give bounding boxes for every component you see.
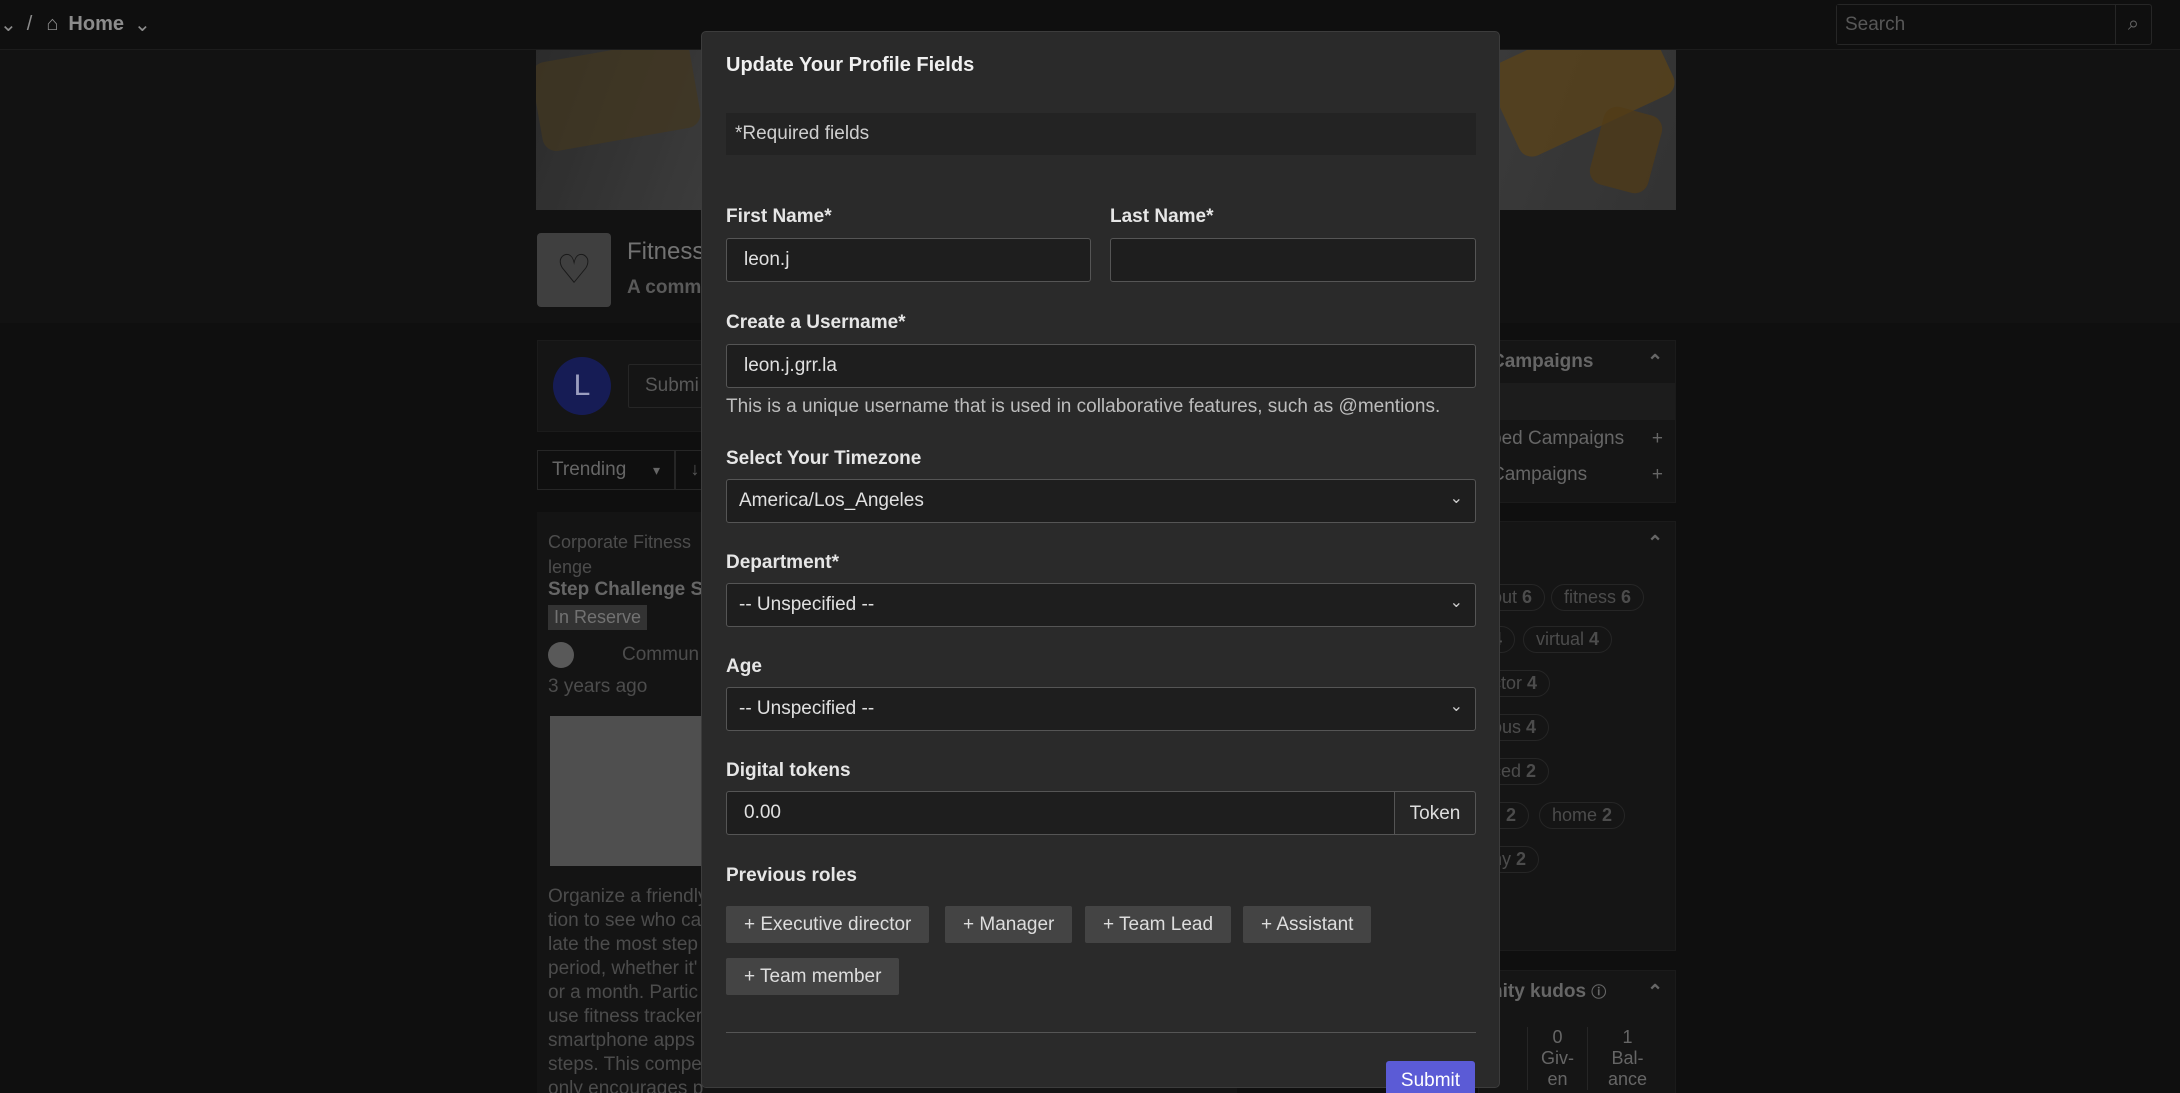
role-chip-team-lead[interactable]: + Team Lead	[1085, 906, 1232, 943]
timezone-value: America/Los_Angeles	[739, 490, 924, 511]
submit-button[interactable]: Submit	[1386, 1061, 1475, 1093]
department-value: -- Unspecified --	[739, 594, 875, 615]
age-select[interactable]: -- Unspecified -- ⌄	[726, 687, 1476, 731]
last-name-field[interactable]	[1110, 238, 1476, 282]
modal-title: Update Your Profile Fields	[726, 54, 975, 76]
required-fields-note: *Required fields	[726, 113, 1476, 155]
age-label: Age	[726, 656, 762, 677]
tokens-label: Digital tokens	[726, 760, 851, 781]
profile-fields-modal: Update Your Profile Fields *Required fie…	[701, 31, 1500, 1093]
age-value: -- Unspecified --	[739, 698, 875, 719]
tokens-addon: Token	[1395, 791, 1476, 835]
department-label: Department*	[726, 552, 839, 573]
chevron-down-icon: ⌄	[1449, 490, 1463, 507]
username-label: Create a Username*	[726, 312, 906, 333]
first-name-label: First Name*	[726, 206, 832, 227]
role-chip-team-member[interactable]: + Team member	[726, 958, 900, 995]
modal-divider	[726, 1032, 1476, 1033]
tokens-input-group: 0.00 Token	[726, 791, 1476, 835]
chevron-down-icon: ⌄	[1449, 698, 1463, 715]
role-chip-manager[interactable]: + Manager	[945, 906, 1073, 943]
timezone-select[interactable]: America/Los_Angeles ⌄	[726, 479, 1476, 523]
role-chip-executive-director[interactable]: + Executive director	[726, 906, 930, 943]
first-name-field[interactable]: leon.j	[726, 238, 1091, 282]
username-field[interactable]: leon.j.grr.la	[726, 344, 1476, 388]
role-chip-assistant[interactable]: + Assistant	[1243, 906, 1372, 943]
chevron-down-icon: ⌄	[1449, 594, 1463, 611]
timezone-label: Select Your Timezone	[726, 448, 922, 469]
username-help-text: This is a unique username that is used i…	[726, 396, 1441, 417]
last-name-label: Last Name*	[1110, 206, 1214, 227]
tokens-field[interactable]: 0.00	[726, 791, 1395, 835]
previous-roles-label: Previous roles	[726, 865, 857, 886]
department-select[interactable]: -- Unspecified -- ⌄	[726, 583, 1476, 627]
